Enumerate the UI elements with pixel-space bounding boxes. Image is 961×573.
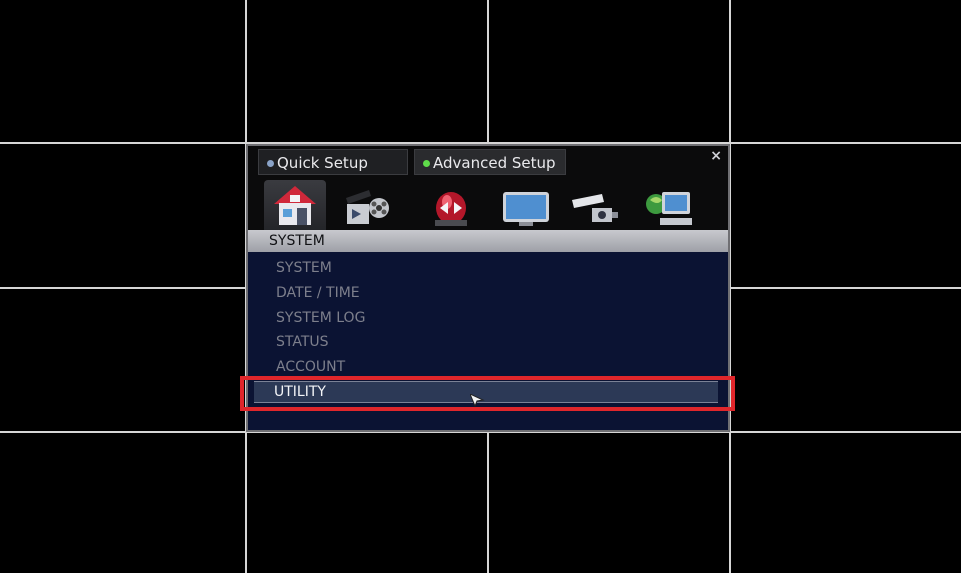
section-title: SYSTEM — [248, 230, 728, 252]
cctv-camera-icon[interactable] — [570, 182, 620, 230]
tab-advanced-setup[interactable]: Advanced Setup — [414, 149, 566, 175]
menu-item-system-log[interactable]: SYSTEM LOG — [276, 308, 365, 328]
monitor-icon[interactable] — [501, 182, 551, 230]
tab-label: Quick Setup — [277, 154, 368, 172]
selection-highlight-box — [240, 376, 735, 411]
alarm-siren-icon[interactable] — [426, 182, 476, 230]
tab-label: Advanced Setup — [433, 154, 556, 172]
category-toolbar — [248, 180, 728, 232]
menu-item-account[interactable]: ACCOUNT — [276, 357, 345, 377]
film-reel-icon[interactable] — [343, 182, 393, 230]
menu-item-status[interactable]: STATUS — [276, 332, 329, 352]
mouse-cursor-icon — [470, 394, 485, 408]
menu-item-date-time[interactable]: DATE / TIME — [276, 283, 360, 303]
close-button[interactable]: × — [710, 148, 722, 164]
network-globe-icon[interactable] — [644, 182, 694, 230]
tab-quick-setup[interactable]: Quick Setup — [258, 149, 408, 175]
home-icon[interactable] — [264, 180, 326, 232]
status-dot-icon — [267, 160, 274, 167]
menu-item-system[interactable]: SYSTEM — [276, 258, 332, 278]
status-dot-icon — [423, 160, 430, 167]
